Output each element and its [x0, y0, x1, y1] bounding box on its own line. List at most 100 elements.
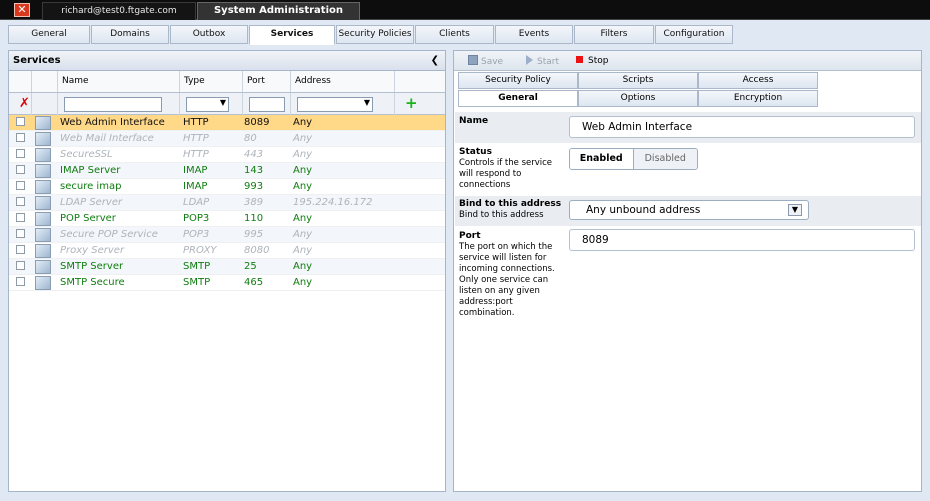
checkbox[interactable]	[16, 212, 25, 222]
row-checkbox[interactable]	[9, 260, 32, 273]
checkbox[interactable]	[16, 244, 25, 254]
row-checkbox[interactable]	[9, 180, 32, 193]
address-column-header[interactable]: Address	[291, 71, 395, 92]
disabled-option[interactable]: Disabled	[633, 149, 697, 169]
table-row[interactable]: LDAP Server LDAP 389 195.224.16.172	[9, 195, 445, 211]
enabled-option[interactable]: Enabled	[570, 149, 634, 169]
service-name: SMTP Secure	[60, 277, 125, 288]
checkbox[interactable]	[16, 196, 25, 206]
checkbox[interactable]	[16, 116, 25, 126]
service-port: 995	[244, 229, 264, 240]
add-icon[interactable]: +	[405, 94, 418, 112]
tab-security-policy[interactable]: Security Policy	[458, 72, 578, 89]
tab-filters[interactable]: Filters	[574, 25, 654, 44]
service-address: Any	[293, 213, 313, 224]
service-address: Any	[293, 165, 313, 176]
checkbox[interactable]	[16, 180, 25, 190]
service-type: IMAP	[183, 165, 208, 176]
detail-sub-tabs: Security Policy Scripts Access General O…	[458, 72, 919, 108]
service-name: Secure POP Service	[60, 229, 158, 240]
service-icon-cell	[32, 259, 58, 275]
service-address: Any	[293, 149, 313, 160]
row-checkbox[interactable]	[9, 196, 32, 209]
address-filter-select[interactable]: ▼	[297, 96, 373, 112]
bind-address-dropdown[interactable]: Any unbound address ▼	[569, 200, 809, 220]
service-name: Web Admin Interface	[60, 117, 165, 128]
table-row[interactable]: Web Mail Interface HTTP 80 Any	[9, 131, 445, 147]
service-name: secure imap	[60, 181, 122, 192]
table-row[interactable]: secure imap IMAP 993 Any	[9, 179, 445, 195]
table-row[interactable]: Secure POP Service POP3 995 Any	[9, 227, 445, 243]
row-checkbox[interactable]	[9, 116, 32, 129]
actions-column-header	[395, 71, 445, 92]
checkbox[interactable]	[16, 276, 25, 286]
proxy-service-icon	[35, 243, 51, 258]
tab-configuration[interactable]: Configuration	[655, 25, 733, 44]
tab-detail-general[interactable]: General	[458, 90, 578, 107]
row-checkbox[interactable]	[9, 164, 32, 177]
tab-domains[interactable]: Domains	[91, 25, 169, 44]
table-row[interactable]: Proxy Server PROXY 8080 Any	[9, 243, 445, 259]
system-administration-tab[interactable]: System Administration	[197, 2, 360, 20]
service-name: LDAP Server	[60, 197, 123, 208]
table-row[interactable]: SMTP Secure SMTP 465 Any	[9, 275, 445, 291]
tab-clients[interactable]: Clients	[415, 25, 494, 44]
row-checkbox[interactable]	[9, 212, 32, 225]
save-button[interactable]: Save	[468, 55, 503, 68]
port-filter-input[interactable]	[249, 96, 285, 112]
delete-icon[interactable]: ✗	[19, 96, 30, 111]
service-icon-cell	[32, 211, 58, 227]
mail-service-icon	[35, 227, 51, 242]
service-icon-cell	[32, 195, 58, 211]
table-row[interactable]: SMTP Server SMTP 25 Any	[9, 259, 445, 275]
table-row[interactable]: POP Server POP3 110 Any	[9, 211, 445, 227]
services-list: Web Admin Interface HTTP 8089 Any Web Mail I…	[9, 115, 445, 291]
tab-outbox[interactable]: Outbox	[170, 25, 248, 44]
web-service-icon	[35, 147, 51, 162]
type-filter-select[interactable]: ▼	[186, 96, 229, 112]
table-row[interactable]: Web Admin Interface HTTP 8089 Any	[9, 115, 445, 131]
start-button[interactable]: Start	[526, 55, 559, 68]
service-icon-cell	[32, 163, 58, 179]
name-column-header[interactable]: Name	[58, 71, 180, 92]
row-checkbox[interactable]	[9, 132, 32, 145]
service-name: Proxy Server	[60, 245, 125, 256]
checkbox[interactable]	[16, 132, 25, 142]
name-filter-input[interactable]	[64, 96, 162, 112]
service-icon-cell	[32, 147, 58, 163]
service-address: 195.224.16.172	[293, 197, 373, 208]
service-address: Any	[293, 117, 313, 128]
tab-access[interactable]: Access	[698, 72, 818, 89]
row-checkbox[interactable]	[9, 276, 32, 289]
port-input[interactable]: 8089	[569, 229, 915, 251]
row-checkbox[interactable]	[9, 148, 32, 161]
tab-general[interactable]: General	[8, 25, 90, 44]
stop-button[interactable]: Stop	[576, 55, 608, 67]
type-column-header[interactable]: Type	[180, 71, 243, 92]
port-label: Port The port on which the service will l…	[459, 231, 555, 318]
row-checkbox[interactable]	[9, 228, 32, 241]
collapse-arrow-icon[interactable]: ❮	[431, 51, 439, 70]
row-checkbox[interactable]	[9, 244, 32, 257]
tab-scripts[interactable]: Scripts	[578, 72, 698, 89]
tab-security-policies[interactable]: Security Policies	[336, 25, 414, 44]
checkbox[interactable]	[16, 260, 25, 270]
service-type: SMTP	[183, 261, 211, 272]
table-row[interactable]: SecureSSL HTTP 443 Any	[9, 147, 445, 163]
checkbox[interactable]	[16, 148, 25, 158]
tab-events[interactable]: Events	[495, 25, 573, 44]
port-column-header[interactable]: Port	[243, 71, 291, 92]
tab-services[interactable]: Services	[249, 25, 335, 45]
tab-encryption[interactable]: Encryption	[698, 90, 818, 107]
user-tab[interactable]: richard@test0.ftgate.com	[42, 2, 196, 20]
close-icon[interactable]: ✕	[14, 3, 30, 17]
chevron-down-icon: ▼	[363, 97, 370, 107]
checkbox[interactable]	[16, 164, 25, 174]
service-type: LDAP	[183, 197, 210, 208]
checkbox[interactable]	[16, 228, 25, 238]
tab-options[interactable]: Options	[578, 90, 698, 107]
service-icon-cell	[32, 131, 58, 147]
name-input[interactable]: Web Admin Interface	[569, 116, 915, 138]
ldap-service-icon	[35, 195, 51, 210]
table-row[interactable]: IMAP Server IMAP 143 Any	[9, 163, 445, 179]
